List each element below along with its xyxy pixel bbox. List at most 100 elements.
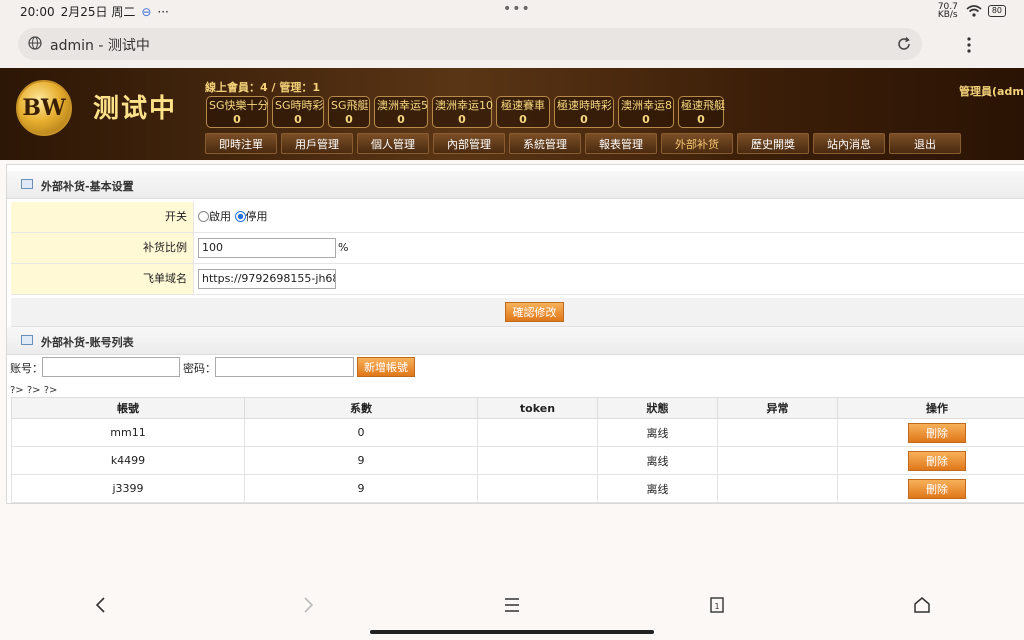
settings-section-header: 外部补货-基本设置 [7, 171, 1024, 199]
ratio-input[interactable]: 100 [198, 238, 336, 258]
globe-icon [28, 36, 42, 50]
cell-error [717, 474, 838, 503]
forward-icon[interactable] [301, 596, 315, 614]
nav-system[interactable]: 系統管理 [509, 133, 581, 154]
online-info: 線上會員：4 / 管理：1 [205, 81, 320, 94]
domain-input[interactable]: https://9792698155-jh688 [198, 269, 336, 289]
site-logo: BW [16, 80, 72, 136]
domain-label: 飞单域名 [11, 264, 194, 294]
disable-radio[interactable] [234, 211, 246, 222]
disable-label: 停用 [245, 210, 268, 223]
svg-text:1: 1 [714, 602, 719, 611]
menu-icon[interactable] [504, 596, 520, 614]
confirm-row: 確認修改 [11, 298, 1024, 327]
cell-token [477, 418, 598, 447]
switch-row: 开关 啟用 停用 [11, 202, 1024, 233]
delete-button[interactable]: 刪除 [908, 422, 966, 443]
cell-token [477, 474, 598, 503]
delete-button[interactable]: 刪除 [908, 478, 966, 499]
nav-reports[interactable]: 報表管理 [585, 133, 657, 154]
cell-token [477, 446, 598, 475]
cell-error [717, 418, 838, 447]
nav-user-management[interactable]: 用戶管理 [281, 133, 353, 154]
ratio-unit: % [338, 241, 349, 254]
delete-button[interactable]: 刪除 [908, 450, 966, 471]
panel-icon [21, 179, 33, 189]
game-counter[interactable]: SG時時彩 0 [272, 96, 324, 128]
game-counter[interactable]: 澳洲幸运5 0 [374, 96, 428, 128]
enable-radio[interactable] [198, 211, 209, 222]
site-header: BW 测试中 線上會員：4 / 管理：1 管理員(admin) SG快樂十分0 … [0, 68, 1024, 160]
nav-external-replenish[interactable]: 外部补货 [661, 133, 733, 154]
nav-draw-history[interactable]: 歷史開獎 [737, 133, 809, 154]
cell-coef: 9 [244, 474, 478, 503]
browser-toolbar: admin - 测试中 [0, 22, 1024, 68]
settings-title: 外部补货-基本设置 [41, 180, 134, 193]
back-icon[interactable] [94, 596, 108, 614]
ratio-label: 补货比例 [11, 233, 194, 263]
window-handle-icon[interactable]: ••• [503, 1, 531, 17]
status-time: 20:00 [20, 4, 55, 19]
game-counters: SG快樂十分 0 SG時時彩 0 SG飛艇 0 澳洲幸运5 0 澳洲幸运10 0 極速賽車… [206, 96, 725, 128]
home-indicator[interactable] [370, 630, 654, 634]
nav-logout[interactable]: 退出 [889, 133, 961, 154]
main-nav: 即時注單 用戶管理 個人管理 內部管理 系統管理 報表管理 外部补货 歷史開獎 … [205, 133, 961, 154]
account-input[interactable] [42, 357, 180, 377]
site-title: 测试中 [93, 94, 178, 124]
col-error: 异常 [717, 397, 838, 419]
col-coef: 系數 [244, 397, 478, 419]
game-counter[interactable]: SG飛艇 0 [328, 96, 370, 128]
tabs-icon[interactable]: 1 [709, 596, 725, 614]
game-counter[interactable]: 澳洲幸运10 0 [432, 96, 493, 128]
game-counter[interactable]: 極速時時彩 0 [554, 96, 614, 128]
table-row: j3399 9 离线 刪除 [11, 474, 1024, 503]
reload-icon[interactable] [896, 36, 912, 52]
sync-icon: ⊖ [141, 4, 152, 19]
col-token: token [477, 397, 598, 419]
ratio-row: 补货比例 100 % [11, 233, 1024, 264]
cell-action: 刪除 [837, 446, 1024, 475]
game-counter[interactable]: 澳洲幸运8 0 [618, 96, 674, 128]
status-date: 2月25日 周二 [60, 5, 136, 19]
col-account: 帳號 [11, 397, 245, 419]
game-counter[interactable]: SG快樂十分 0 [206, 96, 269, 128]
cell-account: j3399 [11, 474, 245, 503]
game-counter[interactable]: 極速飛艇 0 [678, 96, 725, 128]
cell-coef: 9 [244, 446, 478, 475]
password-input[interactable] [215, 357, 354, 377]
table-row: mm11 0 离线 刪除 [11, 418, 1024, 447]
accounts-title: 外部补货-账号列表 [41, 336, 134, 349]
table-header-row: 帳號 系數 token 狀態 异常 操作 [11, 397, 1024, 419]
content-panel: 外部补货-基本设置 开关 啟用 停用 补货比例 100 % 飞单域名 https… [6, 164, 1024, 504]
nav-personal[interactable]: 個人管理 [357, 133, 429, 154]
table-row: k4499 9 离线 刪除 [11, 446, 1024, 475]
cell-status: 离线 [597, 446, 718, 475]
switch-label: 开关 [11, 202, 194, 232]
system-nav-bar: 1 [0, 580, 1024, 640]
wifi-icon [966, 5, 982, 17]
menu-kebab-icon[interactable] [962, 36, 976, 54]
nav-live-bets[interactable]: 即時注單 [205, 133, 277, 154]
cell-status: 离线 [597, 474, 718, 503]
account-label: 账号： [10, 362, 43, 375]
add-account-bar: 账号： 密码： 新增帳號 [7, 356, 1024, 380]
more-dots-icon: ··· [157, 4, 169, 19]
domain-row: 飞单域名 https://9792698155-jh688 [11, 264, 1024, 295]
address-bar[interactable]: admin - 测试中 [18, 28, 922, 60]
cell-error [717, 446, 838, 475]
enable-label: 啟用 [209, 210, 231, 223]
cell-account: k4499 [11, 446, 245, 475]
admin-label: 管理員(admin) [959, 85, 1024, 98]
confirm-button[interactable]: 確認修改 [505, 302, 564, 322]
nav-internal[interactable]: 內部管理 [433, 133, 505, 154]
nav-messages[interactable]: 站內消息 [813, 133, 885, 154]
accounts-section-header: 外部补货-账号列表 [7, 327, 1024, 355]
battery-icon: 80 [987, 5, 1006, 17]
stray-text: ?> ?> ?> [10, 385, 58, 396]
add-account-button[interactable]: 新增帳號 [357, 357, 415, 377]
home-icon[interactable] [913, 596, 931, 614]
game-counter[interactable]: 極速賽車 0 [496, 96, 550, 128]
password-label: 密码： [183, 362, 216, 375]
status-bar: 20:00 2月25日 周二 ⊖ ··· ••• 70.7 KB/s 80 [0, 0, 1024, 22]
col-status: 狀態 [597, 397, 718, 419]
